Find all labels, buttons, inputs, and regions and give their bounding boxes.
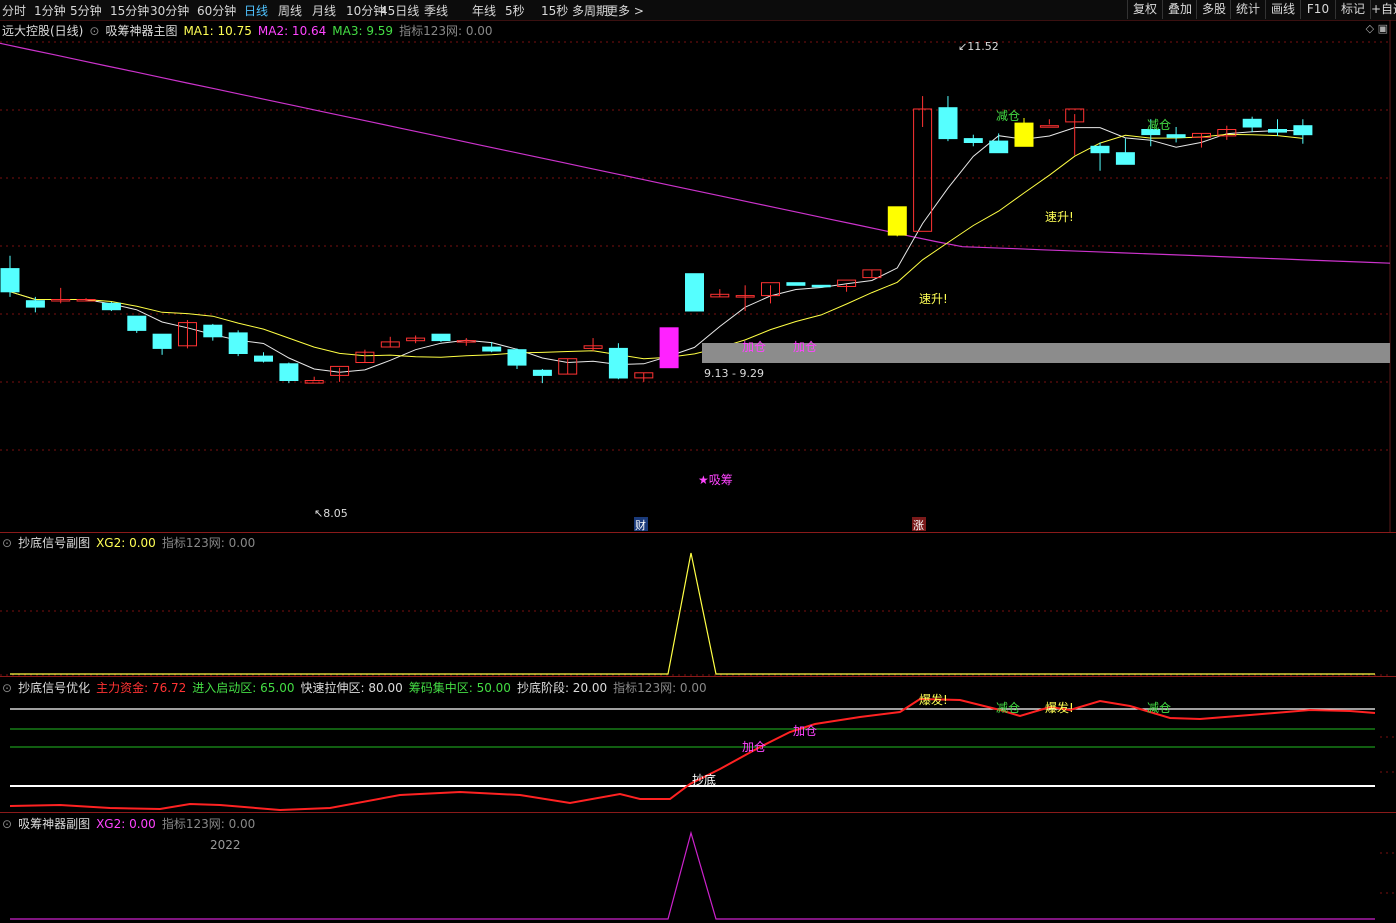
ma3-line (0, 42, 1391, 264)
tab-11[interactable]: 季线 (424, 2, 448, 19)
candle-body (887, 206, 907, 236)
xg2-line (10, 552, 1375, 675)
candle-body (1039, 125, 1059, 128)
toolbar-button-5[interactable]: F10 (1300, 0, 1335, 19)
tab-15[interactable]: 多周期 (572, 2, 608, 19)
toolbar-button-1[interactable]: 叠加 (1162, 0, 1197, 19)
candle-body (938, 107, 958, 140)
tab-2[interactable]: 5分钟 (70, 2, 102, 19)
toolbar-button-7[interactable]: +自选 (1370, 0, 1396, 19)
tab-4[interactable]: 30分钟 (150, 2, 189, 19)
tab-6[interactable]: 日线 (244, 2, 268, 19)
toolbar-button-6[interactable]: 标记 (1335, 0, 1370, 19)
candle-body (608, 347, 628, 379)
signal-label: ★吸筹 (698, 473, 733, 487)
candle-body (1268, 129, 1287, 133)
candle-body (203, 324, 223, 338)
xg2-line (10, 830, 1375, 920)
candle-body (1014, 122, 1034, 147)
sub2-signal-label: 爆发! (1045, 700, 1074, 715)
candle-body (811, 284, 831, 288)
event-badge-text: 财 (635, 518, 646, 532)
candle-body (659, 327, 679, 369)
candle-body (786, 282, 806, 286)
signal-label: 减仓 (996, 109, 1020, 123)
tab-12[interactable]: 年线 (472, 2, 496, 19)
candle-body (101, 302, 121, 311)
high-price-label: ↙11.52 (958, 40, 999, 53)
candle-body (0, 268, 20, 293)
sub2-signal-label: 加仓 (742, 740, 766, 754)
tab-14[interactable]: 15秒 (541, 2, 568, 19)
candle-body (228, 332, 248, 354)
tab-1[interactable]: 1分钟 (34, 2, 66, 19)
candle-body (279, 363, 299, 381)
sub2-optimized-chart[interactable]: 抄底加仓加仓爆发!减仓 爆发! 减仓 (0, 677, 1396, 812)
support-zone-label: 9.13 - 9.29 (704, 367, 764, 380)
candle-body (1115, 152, 1135, 165)
tab-5[interactable]: 60分钟 (197, 2, 236, 19)
signal-label: 加仓 (742, 340, 766, 354)
fund-line (9, 697, 1376, 812)
candle-body (685, 273, 704, 312)
candle-body (1242, 118, 1262, 128)
toolbar-button-3[interactable]: 统计 (1230, 0, 1265, 19)
candle-body (1090, 145, 1110, 154)
candle-body (25, 300, 45, 308)
candle-body (431, 333, 451, 342)
candle-body (1293, 125, 1313, 136)
candle-body (989, 140, 1009, 154)
candle-body (152, 333, 172, 349)
signal-label: 加仓 (793, 340, 817, 354)
sub2-signal-label: 加仓 (793, 724, 817, 738)
sub1-signal-chart[interactable] (0, 533, 1396, 676)
tab-16[interactable]: 更多 > (606, 2, 644, 19)
low-price-label: ↖8.05 (314, 507, 348, 520)
toolbar-button-0[interactable]: 复权 (1127, 0, 1162, 19)
signal-label: 速升! (1045, 210, 1074, 224)
candle-body (532, 369, 552, 376)
tab-0[interactable]: 分时 (2, 2, 26, 19)
candle-body (507, 349, 527, 366)
candle-body (254, 355, 273, 362)
tab-10[interactable]: 45日线 (380, 2, 419, 19)
sub3-signal-chart[interactable] (0, 813, 1396, 923)
tab-8[interactable]: 月线 (312, 2, 336, 19)
toolbar-button-4[interactable]: 画线 (1265, 0, 1300, 19)
tab-13[interactable]: 5秒 (505, 2, 525, 19)
event-badge-text: 涨 (913, 519, 924, 532)
signal-label: 减仓 (1147, 118, 1171, 132)
signal-label: 速升! (919, 292, 948, 306)
tab-3[interactable]: 15分钟 (110, 2, 149, 19)
sub2-signal-label: 抄底 (692, 772, 716, 787)
sub2-signal-label: 减仓 (1147, 701, 1171, 715)
toolbar-button-2[interactable]: 多股 (1196, 0, 1231, 19)
candle-body (1166, 134, 1186, 138)
sub2-signal-label: 爆发! (919, 692, 948, 707)
candle-body (482, 346, 502, 352)
candle-body (913, 108, 933, 232)
tab-7[interactable]: 周线 (278, 2, 302, 19)
main-candlestick-chart[interactable]: 9.13 - 9.29↙11.52↖8.05★吸筹加仓 加仓速升!速升!减仓减仓财… (0, 20, 1396, 532)
period-toolbar: 分时 1分钟 5分钟 15分钟 30分钟 60分钟 日线 周线 月线 10分钟 45日线 季线 年线 5秒… (0, 0, 1396, 21)
sub2-signal-label: 减仓 (996, 701, 1020, 715)
candle-body (963, 138, 983, 143)
candle-body (127, 315, 147, 331)
